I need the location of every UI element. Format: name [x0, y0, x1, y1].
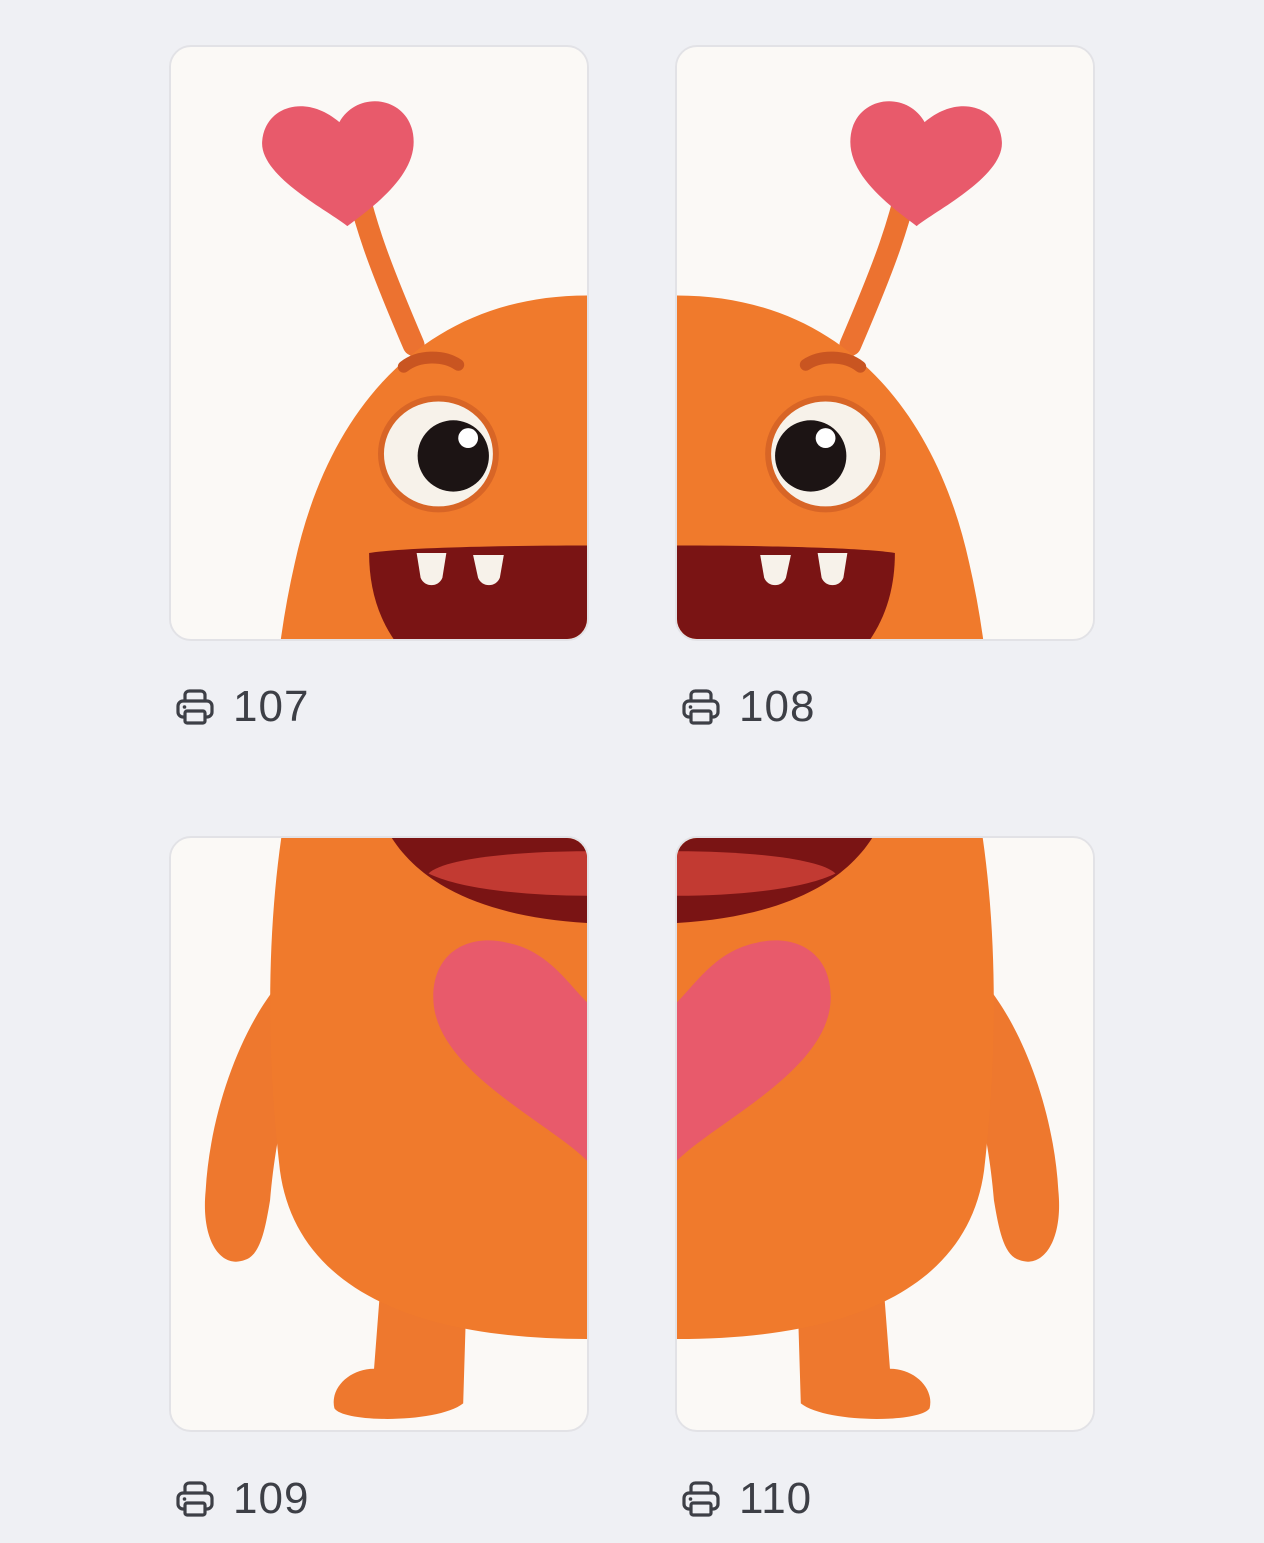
page-number: 107: [233, 682, 310, 731]
printer-icon: [176, 1481, 214, 1517]
printer-icon: [682, 689, 720, 725]
page-thumbnail-110[interactable]: [675, 836, 1095, 1432]
page-thumbnail-107[interactable]: [169, 45, 589, 641]
page-label-107[interactable]: 107: [173, 682, 309, 732]
monster-illustration-bottom-right: [677, 838, 1093, 1430]
monster-illustration-bottom-left: [171, 838, 587, 1430]
page-label-108[interactable]: 108: [679, 682, 815, 732]
printer-icon: [176, 689, 214, 725]
page-label-109[interactable]: 109: [173, 1474, 309, 1524]
page-number: 110: [739, 1474, 813, 1523]
page-number: 109: [233, 1474, 310, 1523]
page-label-110[interactable]: 110: [679, 1474, 812, 1524]
printer-icon: [682, 1481, 720, 1517]
monster-illustration-top-right: [677, 47, 1093, 639]
page-number: 108: [739, 682, 816, 731]
page-thumbnail-109[interactable]: [169, 836, 589, 1432]
page-thumbnail-108[interactable]: [675, 45, 1095, 641]
monster-illustration-top-left: [171, 47, 587, 639]
